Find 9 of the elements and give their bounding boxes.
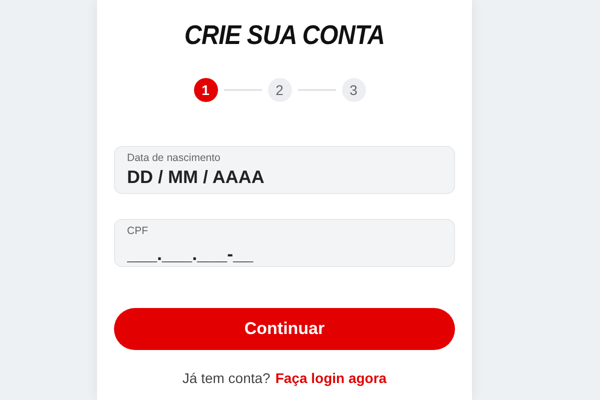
field-label: Data de nascimento: [127, 152, 220, 165]
page-title: CRIE SUA CONTA: [183, 19, 386, 52]
step-indicator: 2: [268, 78, 292, 102]
field-label: CPF: [127, 225, 148, 238]
login-link[interactable]: Faça login agora: [275, 370, 387, 386]
step-indicator: 3: [342, 78, 366, 102]
step-indicator: 1: [194, 78, 218, 102]
continue-button[interactable]: Continuar: [114, 308, 455, 350]
login-prompt: Já tem conta?: [182, 370, 270, 386]
